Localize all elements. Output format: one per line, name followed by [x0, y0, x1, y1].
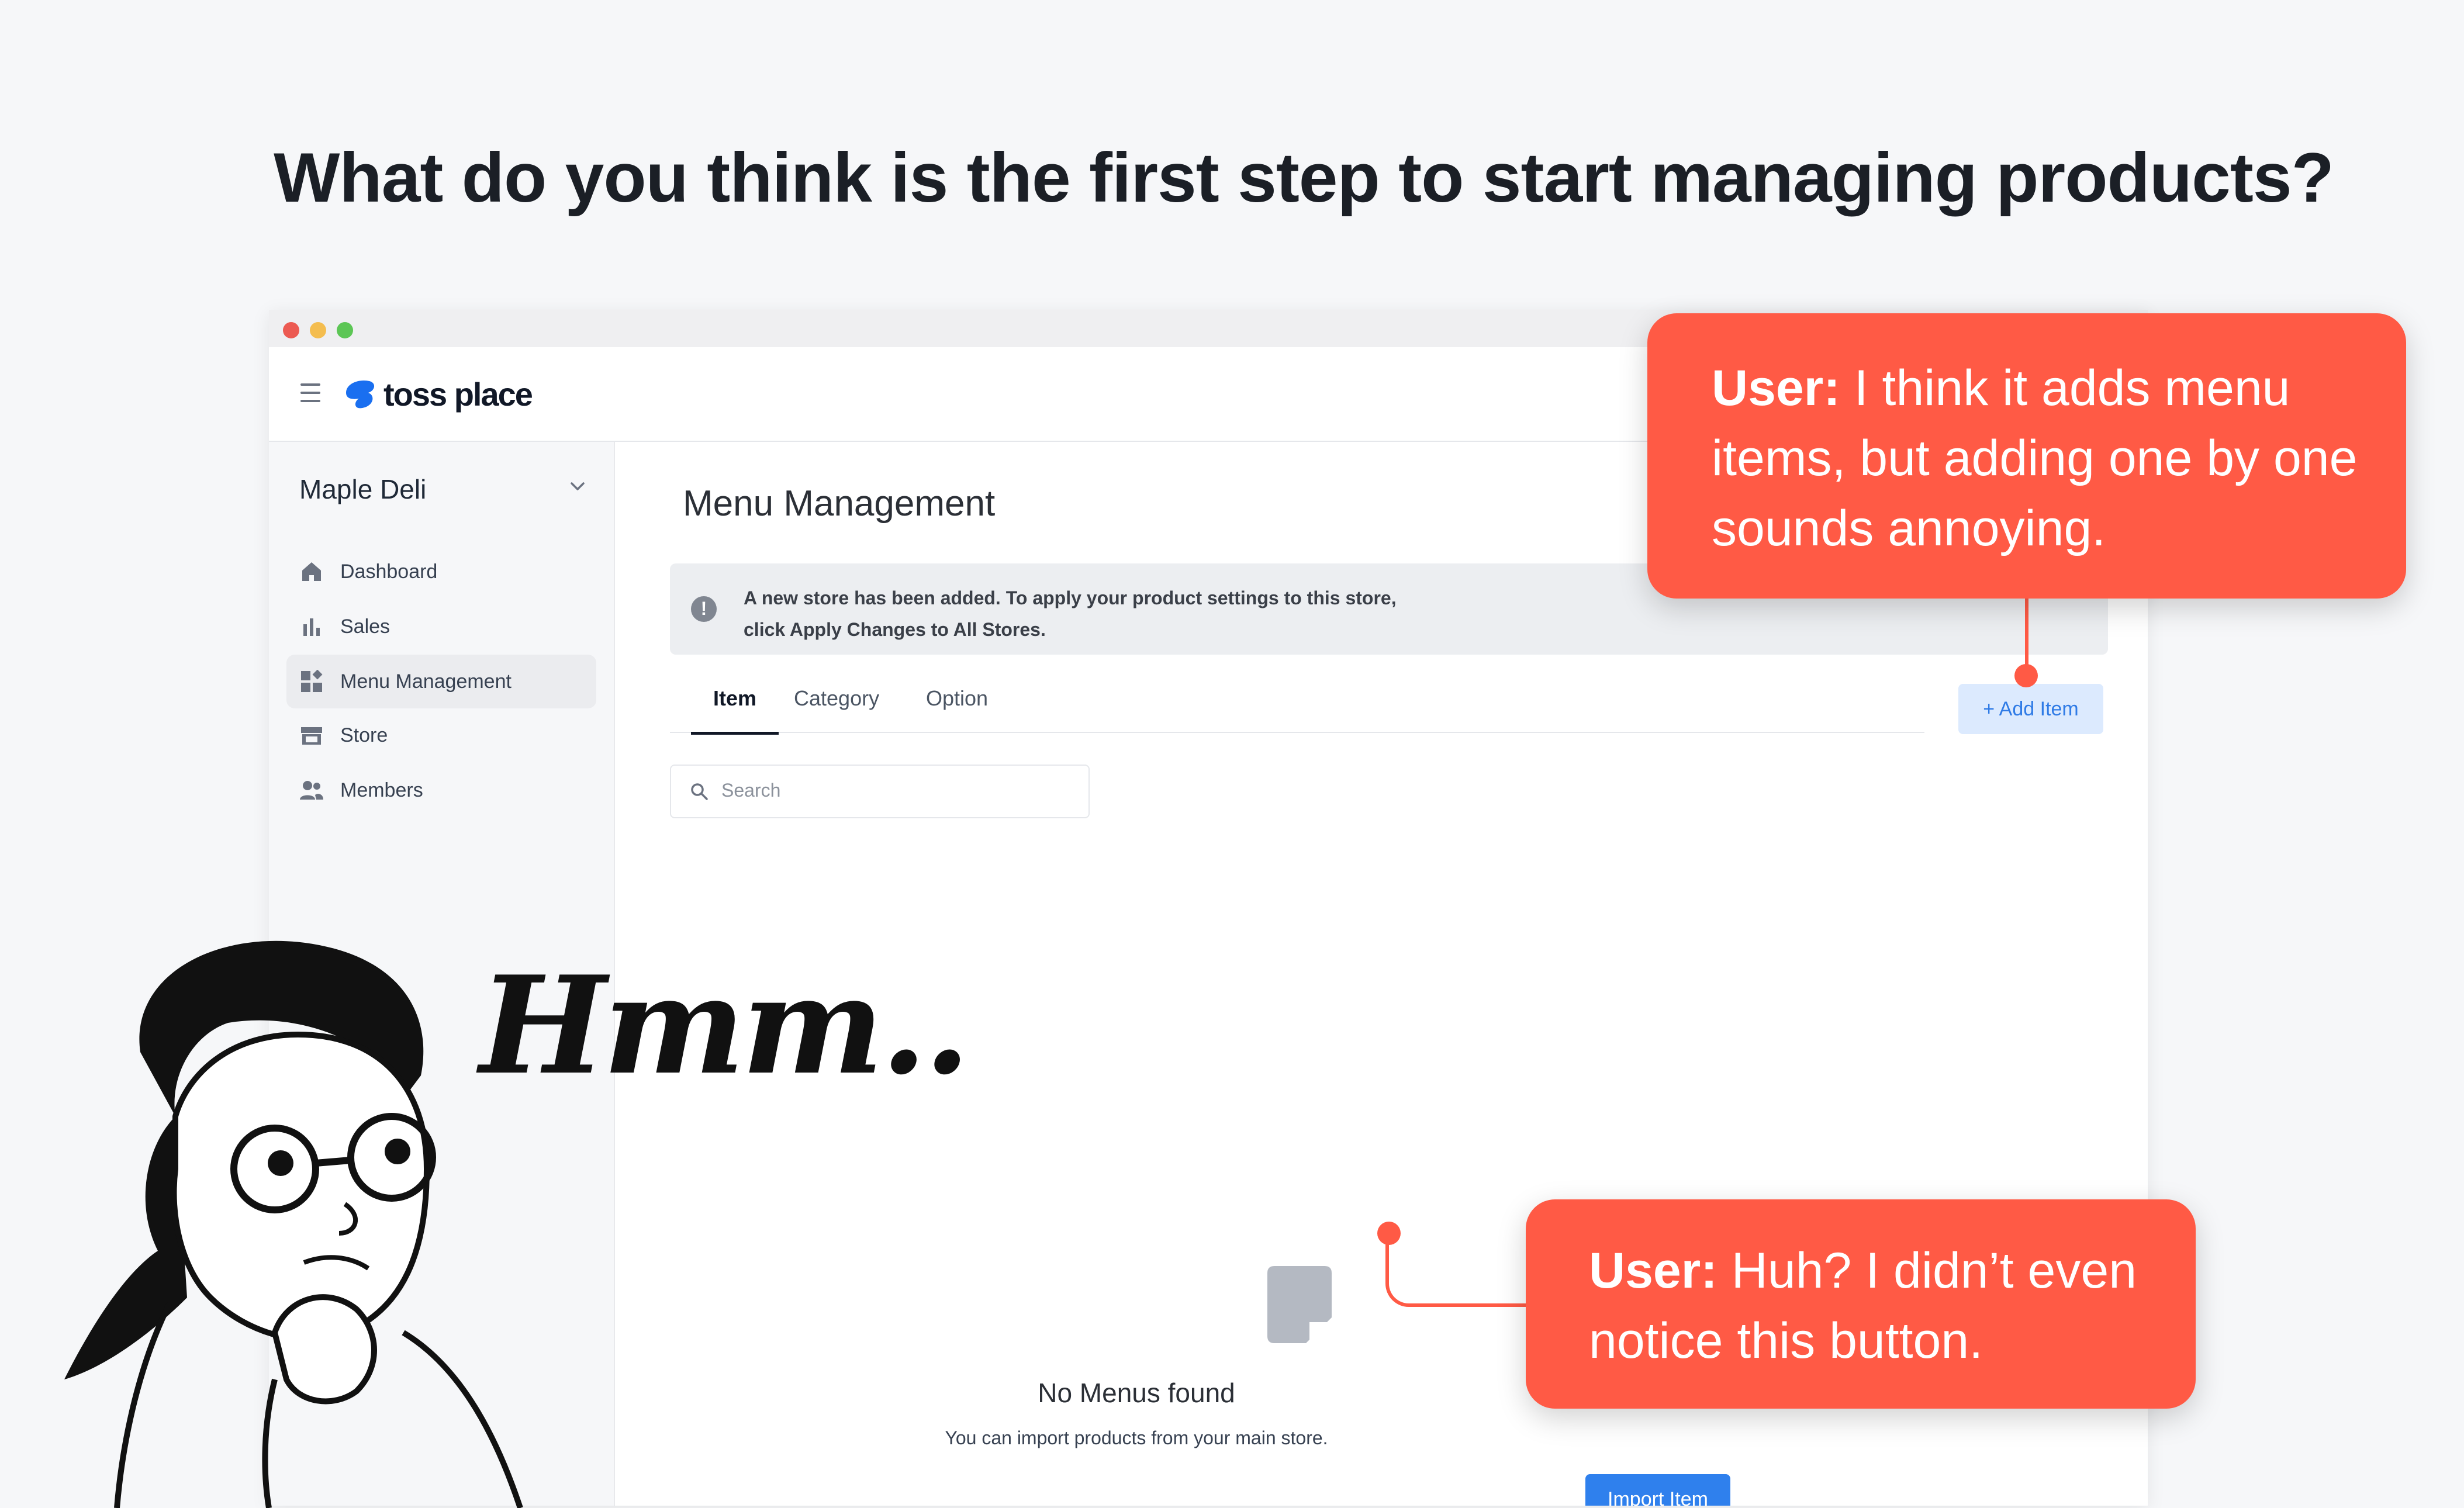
sidebar-item-label: Menu Management	[340, 670, 512, 693]
callout-speaker: User:	[1589, 1243, 1717, 1299]
sidebar-item-members[interactable]: Members	[286, 763, 596, 817]
home-icon	[298, 558, 325, 585]
notice-text: A new store has been added. To apply you…	[744, 582, 1397, 645]
search-input[interactable]: Search	[670, 765, 1090, 818]
import-item-button[interactable]: Import Item	[1585, 1474, 1730, 1506]
user-callout: User: I think it adds menu items, but ad…	[1647, 313, 2406, 599]
callout-connector	[2025, 599, 2028, 673]
toss-logo-icon	[346, 380, 375, 409]
headline: What do you think is the first step to s…	[274, 139, 2334, 217]
empty-state-title: No Menus found	[1038, 1378, 1235, 1408]
store-selector[interactable]: Maple Deli	[299, 468, 592, 509]
callout-pin	[1377, 1222, 1401, 1245]
search-placeholder: Search	[721, 780, 781, 801]
sidebar-item-label: Store	[340, 724, 388, 746]
sidebar-item-sales[interactable]: Sales	[286, 600, 596, 653]
sidebar-item-menu-management[interactable]: Menu Management	[286, 655, 596, 708]
empty-state-subtitle: You can import products from your main s…	[945, 1427, 1328, 1448]
maximize-window-button[interactable]	[337, 322, 353, 338]
minimize-window-button[interactable]	[310, 322, 326, 338]
user-callout: User: Huh? I didn’t even notice this but…	[1526, 1199, 2196, 1409]
empty-document-icon	[1267, 1266, 1332, 1343]
store-icon	[298, 722, 325, 749]
search-icon	[691, 783, 708, 800]
page-title: Menu Management	[683, 483, 996, 524]
bar-chart-icon	[298, 613, 325, 640]
callout-connector	[1385, 1233, 1529, 1307]
callout-pin	[2014, 664, 2038, 687]
hamburger-icon[interactable]	[300, 383, 320, 402]
store-name: Maple Deli	[299, 474, 427, 504]
tab-item[interactable]: Item	[691, 686, 779, 735]
notice-line-2: click Apply Changes to All Stores.	[744, 619, 1046, 640]
sidebar-item-label: Members	[340, 779, 423, 801]
thought-text: Hmm..	[479, 947, 970, 1105]
chevron-down-icon	[571, 482, 585, 490]
grid-icon	[298, 668, 325, 695]
members-icon	[298, 777, 325, 804]
sidebar-item-label: Dashboard	[340, 560, 438, 583]
callout-speaker: User:	[1712, 360, 1840, 416]
sidebar-item-label: Sales	[340, 615, 390, 638]
close-window-button[interactable]	[283, 322, 299, 338]
sidebar-item-store[interactable]: Store	[286, 708, 596, 762]
notice-line-1: A new store has been added. To apply you…	[744, 587, 1397, 608]
tab-option[interactable]: Option	[926, 686, 988, 732]
add-item-button[interactable]: + Add Item	[1958, 684, 2103, 734]
tab-bar: Item Category Option	[670, 673, 1924, 735]
sidebar-item-dashboard[interactable]: Dashboard	[286, 545, 596, 599]
logo-text: toss place	[383, 375, 533, 413]
tab-category[interactable]: Category	[794, 686, 879, 732]
logo[interactable]: toss place	[341, 375, 533, 413]
alert-icon	[691, 596, 717, 622]
